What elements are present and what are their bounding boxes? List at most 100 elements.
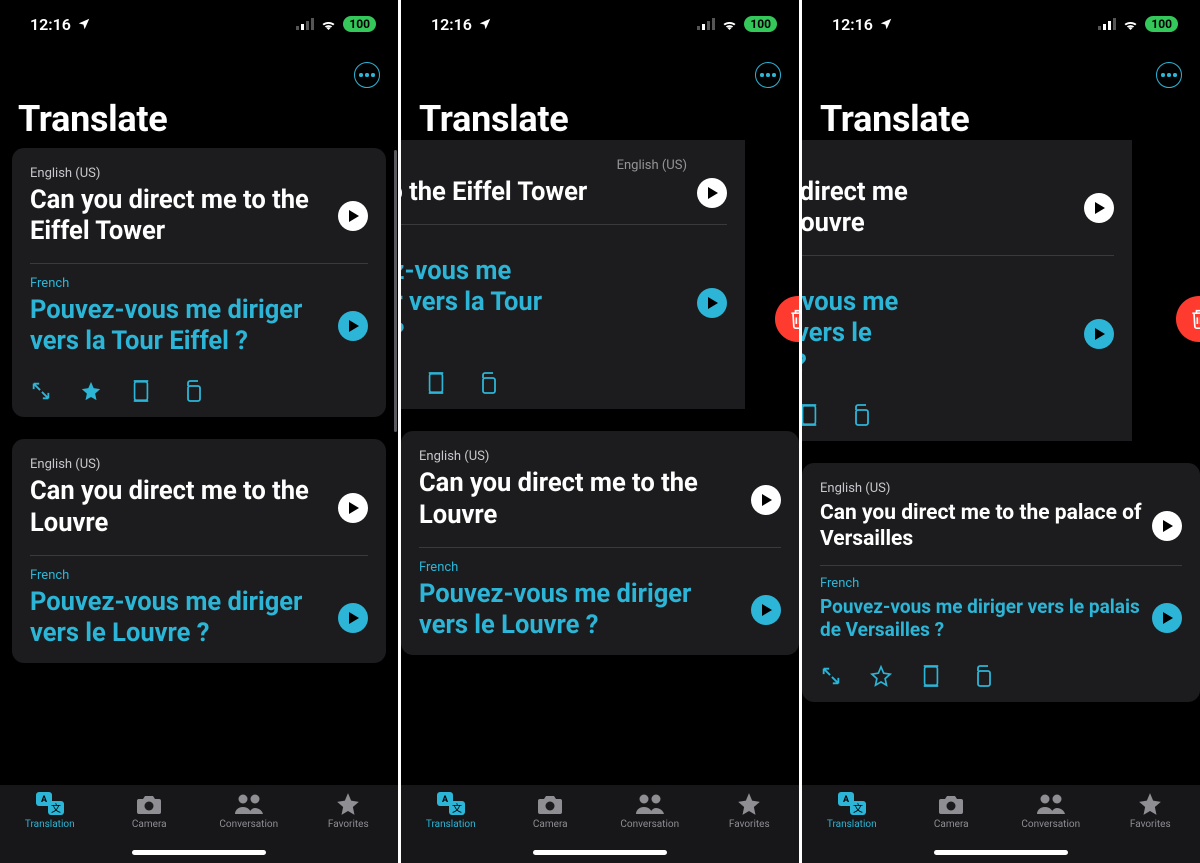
source-language-label: English (US) xyxy=(30,166,368,181)
translation-card[interactable]: English (US) Can you direct me to the Ei… xyxy=(12,148,386,417)
tab-label: Camera xyxy=(533,819,568,830)
source-text: Can you direct me to the palace of Versa… xyxy=(820,500,1142,554)
camera-icon xyxy=(937,791,965,817)
tab-label: Favorites xyxy=(729,819,770,830)
play-source-button[interactable] xyxy=(1152,511,1182,541)
cellular-icon xyxy=(697,18,715,30)
svg-text:A: A xyxy=(442,795,449,805)
more-options-button[interactable] xyxy=(755,62,781,88)
divider xyxy=(419,547,781,548)
divider xyxy=(401,224,727,225)
source-language-label: English (US) xyxy=(820,481,1182,496)
tab-conversation[interactable]: Conversation xyxy=(600,791,700,830)
more-options-button[interactable] xyxy=(1156,62,1182,88)
tab-conversation[interactable]: Conversation xyxy=(1001,791,1101,830)
copy-icon[interactable] xyxy=(970,664,994,688)
play-source-button[interactable] xyxy=(1084,193,1114,223)
copy-icon[interactable] xyxy=(475,371,499,395)
translation-card[interactable]: English (US) Can you direct me to the pa… xyxy=(802,463,1200,702)
translation-icon: A文 xyxy=(436,791,466,817)
target-language-label: French xyxy=(30,568,368,583)
source-text: Can you direct me to the Louvre xyxy=(419,468,741,530)
source-language-label: English (US) xyxy=(30,457,368,472)
tab-label: Translation xyxy=(827,819,877,830)
copy-icon[interactable] xyxy=(848,403,872,427)
camera-icon xyxy=(135,791,163,817)
svg-text:文: 文 xyxy=(51,802,61,815)
tab-bar: A文 Translation Camera Conversation Favor… xyxy=(0,785,398,863)
dictionary-icon[interactable] xyxy=(920,664,942,688)
source-text: Can you direct me to the Louvre xyxy=(30,476,328,538)
svg-text:A: A xyxy=(843,795,850,805)
tab-label: Translation xyxy=(25,819,75,830)
target-language-label: French xyxy=(30,276,368,291)
play-source-button[interactable] xyxy=(338,493,368,523)
trash-icon xyxy=(1189,308,1200,330)
tab-label: Translation xyxy=(426,819,476,830)
dictionary-icon[interactable] xyxy=(130,379,152,403)
play-target-button[interactable] xyxy=(751,595,781,625)
translation-card[interactable]: English (US) Can you direct me to the Ei… xyxy=(401,140,745,409)
tab-favorites[interactable]: Favorites xyxy=(299,791,399,830)
scroll-indicator[interactable] xyxy=(394,150,397,432)
play-target-button[interactable] xyxy=(338,603,368,633)
tab-label: Favorites xyxy=(328,819,369,830)
source-text: you direct mene Louvre xyxy=(802,177,1074,239)
source-text: Can you direct me to the Eiffel Tower xyxy=(30,185,328,247)
wifi-icon xyxy=(1122,18,1139,30)
divider xyxy=(802,255,1114,256)
expand-icon[interactable] xyxy=(30,380,52,402)
play-source-button[interactable] xyxy=(697,178,727,208)
home-indicator[interactable] xyxy=(533,850,667,855)
expand-icon[interactable] xyxy=(820,665,842,687)
cellular-icon xyxy=(296,18,314,30)
source-language-label: US) xyxy=(802,158,1114,173)
play-target-button[interactable] xyxy=(338,311,368,341)
location-icon xyxy=(77,17,91,31)
tab-camera[interactable]: Camera xyxy=(501,791,601,830)
star-filled-icon[interactable] xyxy=(80,380,102,402)
target-text: Pouvez-vous me diriger vers le Louvre ? xyxy=(30,587,328,649)
people-icon xyxy=(1036,791,1066,817)
svg-text:文: 文 xyxy=(452,802,462,815)
source-language-label: English (US) xyxy=(419,449,781,464)
home-indicator[interactable] xyxy=(934,850,1068,855)
tab-bar: A文 Translation Camera Conversation Favor… xyxy=(401,785,799,863)
tab-label: Favorites xyxy=(1130,819,1171,830)
status-time: 12:16 xyxy=(832,15,873,34)
translation-icon: A文 xyxy=(837,791,867,817)
play-target-button[interactable] xyxy=(1084,319,1114,349)
tab-translation[interactable]: A文 Translation xyxy=(802,791,902,830)
star-outline-icon[interactable] xyxy=(870,665,892,687)
wifi-icon xyxy=(320,18,337,30)
copy-icon[interactable] xyxy=(180,379,204,403)
people-icon xyxy=(635,791,665,817)
target-language-label: French xyxy=(419,560,781,575)
dictionary-icon[interactable] xyxy=(425,371,447,395)
play-target-button[interactable] xyxy=(1152,603,1182,633)
translation-card[interactable]: English (US) Can you direct me to the Lo… xyxy=(401,431,799,654)
divider xyxy=(30,555,368,556)
tab-favorites[interactable]: Favorites xyxy=(700,791,800,830)
more-options-button[interactable] xyxy=(354,62,380,88)
status-bar: 12:16 100 xyxy=(401,0,799,48)
tab-camera[interactable]: Camera xyxy=(902,791,1002,830)
dictionary-icon[interactable] xyxy=(802,403,820,427)
play-source-button[interactable] xyxy=(338,201,368,231)
tab-camera[interactable]: Camera xyxy=(100,791,200,830)
cellular-icon xyxy=(1098,18,1116,30)
battery-level: 100 xyxy=(744,16,777,32)
battery-level: 100 xyxy=(1145,16,1178,32)
tab-label: Conversation xyxy=(219,819,278,830)
play-source-button[interactable] xyxy=(751,485,781,515)
tab-conversation[interactable]: Conversation xyxy=(199,791,299,830)
tab-translation[interactable]: A文 Translation xyxy=(401,791,501,830)
translation-card[interactable]: English (US) Can you direct me to the Lo… xyxy=(12,439,386,662)
tab-translation[interactable]: A文 Translation xyxy=(0,791,100,830)
play-target-button[interactable] xyxy=(697,288,727,318)
tab-label: Conversation xyxy=(620,819,679,830)
home-indicator[interactable] xyxy=(132,850,266,855)
translation-card[interactable]: US) you direct mene Louvre . vez-vous me… xyxy=(802,140,1132,441)
tab-favorites[interactable]: Favorites xyxy=(1101,791,1200,830)
source-language-label: English (US) xyxy=(401,158,687,173)
